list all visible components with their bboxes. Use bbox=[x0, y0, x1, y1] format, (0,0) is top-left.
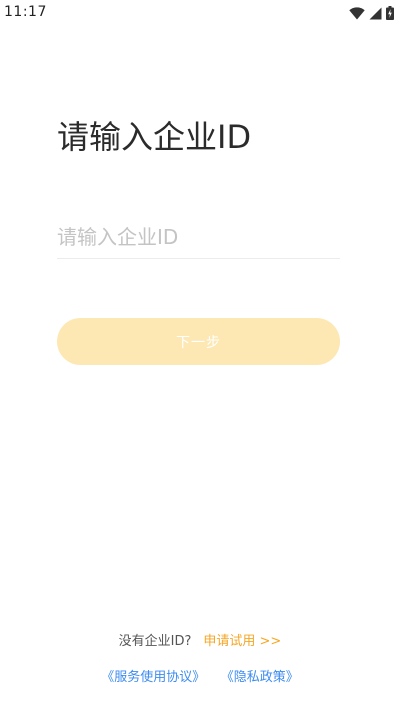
legal-links: 《服务使用协议》 《隐私政策》 bbox=[0, 666, 400, 685]
terms-of-service-link[interactable]: 《服务使用协议》 bbox=[101, 670, 205, 685]
battery-icon bbox=[386, 6, 394, 20]
status-time: 11:17 bbox=[4, 4, 47, 20]
apply-trial-link[interactable]: 申请试用 >> bbox=[203, 634, 281, 649]
trial-prompt-line: 没有企业ID? 申请试用 >> bbox=[0, 630, 400, 649]
wifi-icon bbox=[349, 6, 365, 20]
privacy-policy-link[interactable]: 《隐私政策》 bbox=[227, 670, 299, 685]
enterprise-id-field bbox=[57, 220, 340, 259]
no-enterprise-id-text: 没有企业ID? bbox=[118, 634, 192, 649]
status-icons bbox=[349, 6, 394, 20]
next-step-button[interactable]: 下一步 bbox=[57, 318, 340, 365]
enterprise-id-input[interactable] bbox=[57, 220, 340, 254]
status-bar: 11:17 bbox=[0, 0, 400, 26]
login-screen: 11:17 请输入企业ID 下一步 bbox=[0, 0, 400, 711]
cell-signal-icon bbox=[369, 7, 382, 20]
page-title: 请输入企业ID bbox=[57, 118, 252, 156]
